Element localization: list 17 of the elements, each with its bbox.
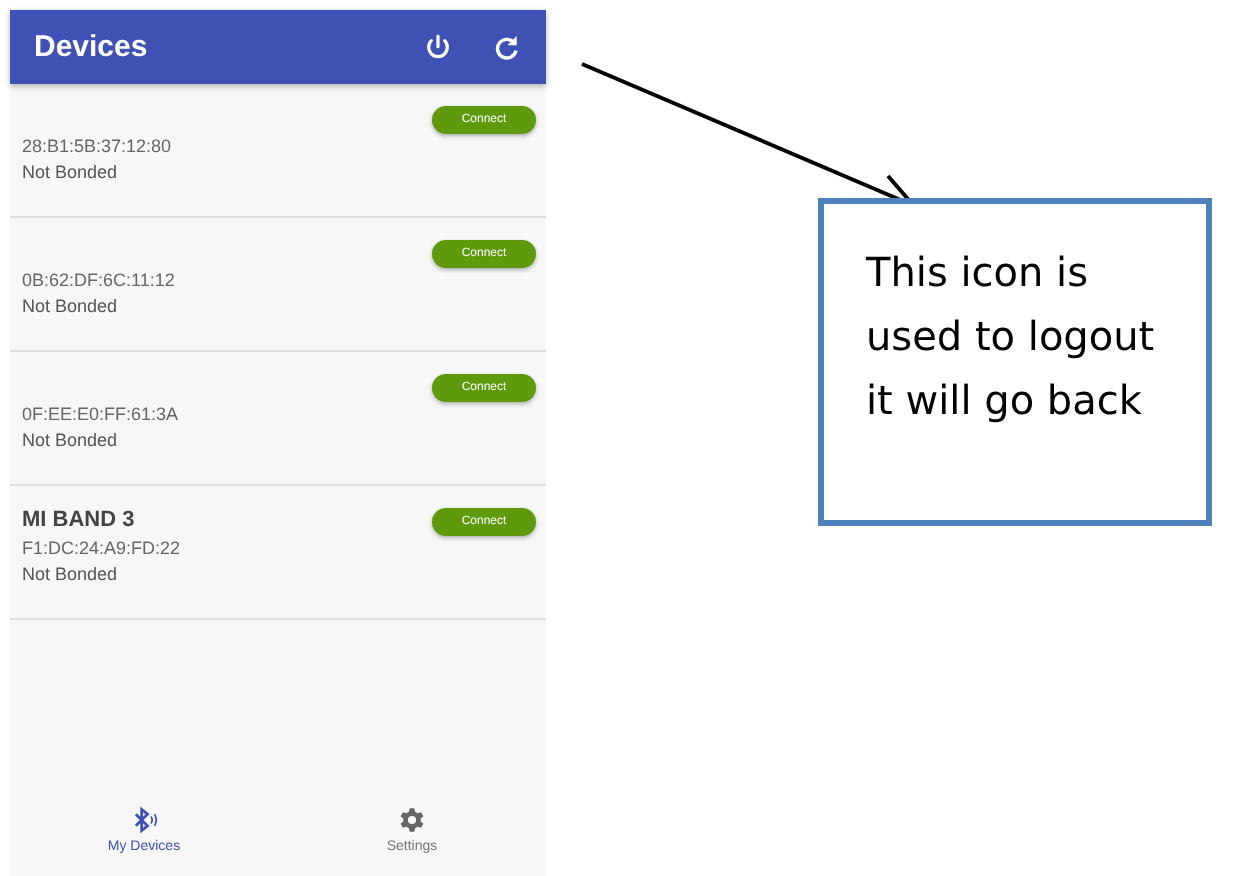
settings-icon [398,806,426,834]
device-address: 0F:EE:E0:FF:61:3A [22,402,179,428]
callout-text: it will go back [866,374,1144,428]
callout-text: used to logout [866,310,1157,364]
app-title: Devices [34,30,150,64]
bond-status: Not Bonded [22,294,120,320]
device-address: 28:B1:5B:37:12:80 [22,134,172,160]
power-icon[interactable] [422,31,454,63]
bond-status: Not Bonded [22,428,120,454]
callout-text: This icon is [866,246,1091,300]
device-address: F1:DC:24:A9:FD:22 [22,536,181,562]
device-name: MI BAND 3 [22,506,137,536]
bond-status: Not Bonded [22,160,120,186]
bluetooth-icon [130,806,158,834]
device-address: 0B:62:DF:6C:11:12 [22,268,175,294]
bond-status: Not Bonded [22,562,120,588]
refresh-icon[interactable] [490,31,522,63]
